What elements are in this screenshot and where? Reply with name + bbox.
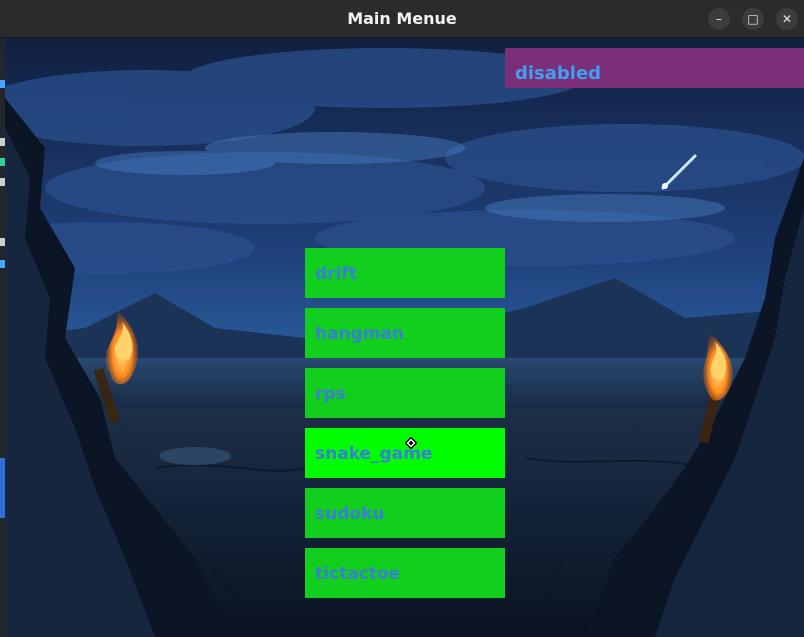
menu-button-tictactoe[interactable]: tictactoe bbox=[305, 548, 505, 598]
window-title: Main Menue bbox=[347, 9, 457, 28]
close-button[interactable]: ✕ bbox=[776, 8, 798, 30]
disabled-status-banner: disabled bbox=[505, 48, 804, 88]
app-window: Main Menue – □ ✕ disabled drift hangman … bbox=[0, 0, 804, 637]
menu-button-sudoku[interactable]: sudoku bbox=[305, 488, 505, 538]
minimize-button[interactable]: – bbox=[708, 8, 730, 30]
maximize-button[interactable]: □ bbox=[742, 8, 764, 30]
menu-button-snake-game[interactable]: snake_game bbox=[305, 428, 505, 478]
menu-button-rps[interactable]: rps bbox=[305, 368, 505, 418]
title-bar[interactable]: Main Menue – □ ✕ bbox=[0, 0, 804, 38]
menu-button-hangman[interactable]: hangman bbox=[305, 308, 505, 358]
menu-button-drift[interactable]: drift bbox=[305, 248, 505, 298]
mouse-cursor-icon bbox=[405, 437, 417, 449]
